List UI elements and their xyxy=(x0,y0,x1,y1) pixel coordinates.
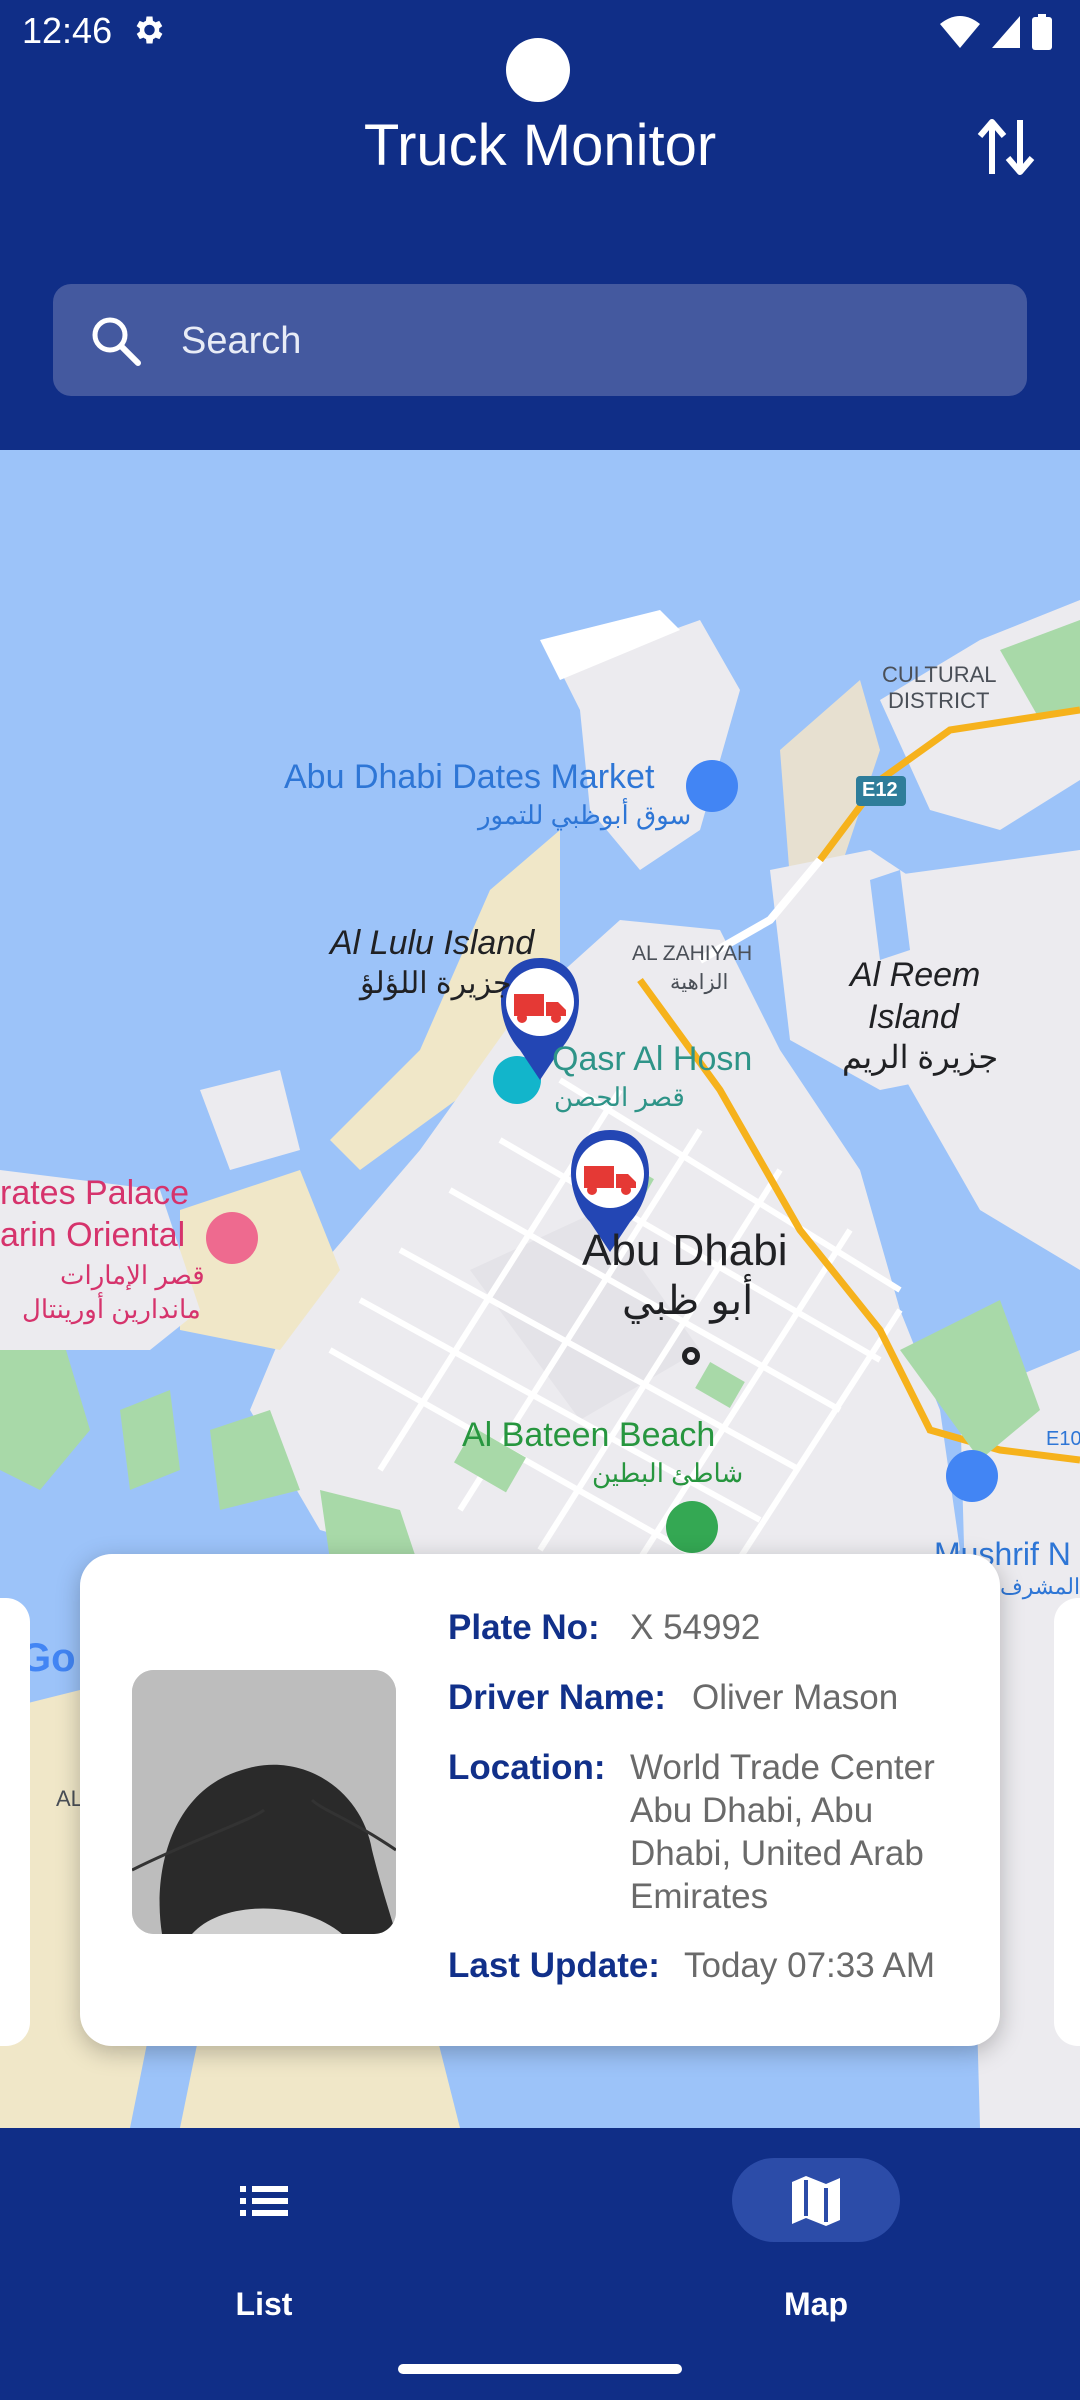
map-label-lulu-ar: جزيرة اللؤلؤ xyxy=(360,967,512,1000)
driver-label: Driver Name: xyxy=(448,1678,666,1717)
camera-cutout xyxy=(506,38,570,102)
next-card[interactable] xyxy=(1054,1598,1080,2046)
status-icons xyxy=(940,14,1052,50)
map-label-palace: rates Palace xyxy=(0,1174,189,1212)
map-label-reem: Al Reem xyxy=(850,956,981,994)
home-indicator xyxy=(398,2364,682,2374)
map-label-palace-ar: قصر الإمارات xyxy=(60,1260,205,1290)
map-label-zahiyah-ar: الزاهية xyxy=(670,971,729,994)
driver-value: Oliver Mason xyxy=(692,1678,899,1717)
status-time: 12:46 xyxy=(22,10,113,51)
battery-icon xyxy=(1032,14,1052,50)
map-label-palace-2: arin Oriental xyxy=(0,1216,186,1254)
gear-icon xyxy=(136,16,163,44)
location-line-4: Emirates xyxy=(630,1877,769,1916)
nav-item-map[interactable]: Map xyxy=(716,2158,916,2322)
nav-label-map: Map xyxy=(784,2286,848,2322)
bottom-nav: List Map xyxy=(0,2128,1080,2400)
nav-item-list[interactable]: List xyxy=(164,2158,364,2322)
location-line-1: World Trade Center xyxy=(630,1748,935,1787)
location-label: Location: xyxy=(448,1748,606,1787)
map-label-qasr-ar: قصر الحصن xyxy=(554,1082,685,1112)
sort-icon[interactable] xyxy=(976,112,1036,182)
plate-label: Plate No: xyxy=(448,1608,600,1647)
map-label-qasr: Qasr Al Hosn xyxy=(552,1040,753,1078)
map-label-city: Abu Dhabi xyxy=(582,1226,788,1275)
signal-icon xyxy=(992,16,1020,48)
prev-card[interactable] xyxy=(0,1598,30,2046)
list-icon xyxy=(240,2186,288,2216)
map-label-zahiyah: AL ZAHIYAH xyxy=(632,942,753,965)
search-icon xyxy=(92,317,141,366)
wifi-icon xyxy=(940,16,980,48)
map-label-al: AL xyxy=(56,1786,83,1811)
map-label-lulu: Al Lulu Island xyxy=(330,924,535,962)
search-bar[interactable] xyxy=(53,284,1027,398)
map-label-bateen: Al Bateen Beach xyxy=(462,1416,716,1454)
map-label-city-ar: أبو ظبي xyxy=(622,1279,754,1323)
map-label-dates-market: Abu Dhabi Dates Market xyxy=(284,758,655,796)
plate-value: X 54992 xyxy=(630,1608,761,1647)
map-icon xyxy=(792,2176,840,2226)
map-label-reem-ar: جزيرة الريم xyxy=(842,1039,999,1075)
location-line-3: Dhabi, United Arab xyxy=(630,1834,924,1873)
truck-info-card[interactable]: Plate No: X 54992 Driver Name: Oliver Ma… xyxy=(80,1554,1000,2046)
update-value: Today 07:33 AM xyxy=(684,1946,935,1985)
nav-label-list: List xyxy=(235,2286,293,2322)
map-label-cultural: CULTURAL xyxy=(882,662,997,687)
map-label-dates-market-ar: سوق أبوظبي للتمور xyxy=(478,800,692,830)
map-label-district: DISTRICT xyxy=(888,688,990,713)
map-label-e10: E10 xyxy=(1046,1428,1080,1450)
map-label-bateen-ar: شاطئ البطين xyxy=(592,1458,744,1488)
map-label-palace-ar-2: ماندارين أورينتال xyxy=(22,1294,201,1324)
update-label: Last Update: xyxy=(448,1946,660,1985)
map-label-reem-island: Island xyxy=(868,998,959,1036)
map-label-e12: E12 xyxy=(862,779,898,801)
page-title: Truck Monitor xyxy=(363,113,717,178)
search-input[interactable] xyxy=(179,284,983,398)
driver-photo xyxy=(132,1670,396,1934)
location-line-2: Abu Dhabi, Abu xyxy=(630,1791,874,1830)
map-label-mushrif-ar: المشرف xyxy=(1000,1574,1080,1599)
